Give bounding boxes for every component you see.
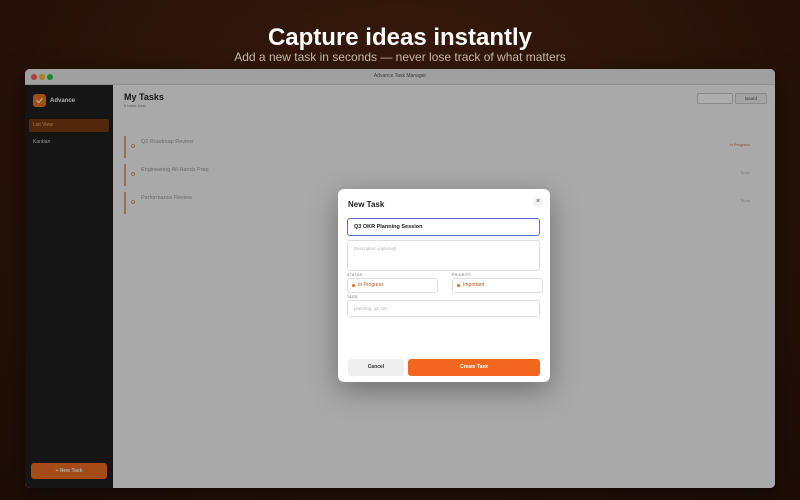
status-select[interactable]: In Progress	[347, 278, 438, 293]
close-icon[interactable]: ×	[533, 197, 543, 207]
task-title-input[interactable]	[347, 218, 540, 236]
tags-label: TAGS	[347, 295, 358, 299]
dot-icon	[352, 284, 355, 287]
priority-select[interactable]: Important	[452, 278, 543, 293]
priority-value: Important	[463, 282, 485, 288]
status-value: In Progress	[358, 282, 384, 288]
tags-input[interactable]	[347, 300, 540, 317]
dialog-title: New Task	[348, 200, 385, 209]
create-task-button[interactable]: Create Task	[408, 359, 540, 376]
hero-title: Capture ideas instantly	[267, 24, 533, 51]
description-field[interactable]	[347, 240, 540, 271]
hero-subtitle: Add a new task in seconds — never lose t…	[234, 50, 566, 64]
priority-label: PRIORITY	[452, 273, 471, 277]
new-task-dialog: New Task × STATUS PRIORITY In Progress I…	[338, 189, 550, 382]
status-label: STATUS	[347, 273, 363, 277]
cancel-button[interactable]: Cancel	[348, 359, 404, 376]
dot-icon	[457, 284, 460, 287]
